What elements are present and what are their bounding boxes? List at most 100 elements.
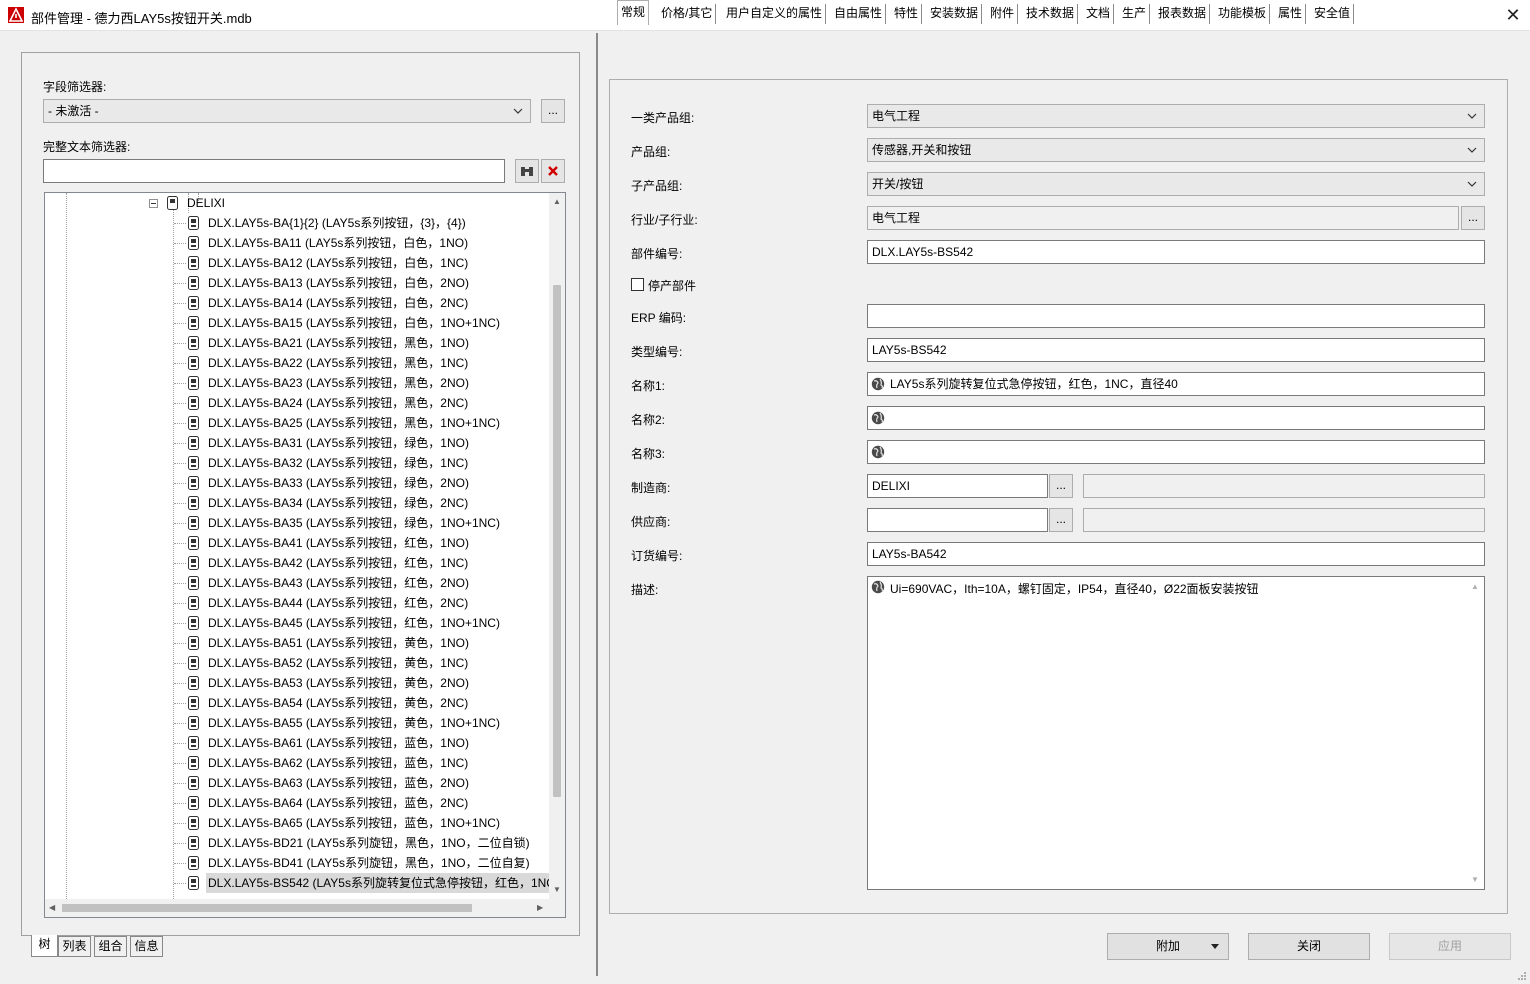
tab-production[interactable]: 生产 xyxy=(1119,4,1151,24)
tab-report-data[interactable]: 报表数据 xyxy=(1155,4,1211,24)
tree-item[interactable]: DLX.LAY5s-BA21 (LAY5s系列按钮，黑色，1NO) xyxy=(45,333,550,353)
tree-item[interactable]: DLX.LAY5s-BA53 (LAY5s系列按钮，黄色，2NO) xyxy=(45,673,550,693)
tree-item[interactable]: DLX.LAY5s-BA25 (LAY5s系列按钮，黑色，1NO+1NC) xyxy=(45,413,550,433)
globe-icon[interactable] xyxy=(871,411,885,425)
scroll-down-icon[interactable]: ▼ xyxy=(553,885,561,895)
tree-item[interactable]: DLX.LAY5s-BA41 (LAY5s系列按钮，红色，1NO) xyxy=(45,533,550,553)
tree-item[interactable]: DLX.LAY5s-BA42 (LAY5s系列按钮，红色，1NC) xyxy=(45,553,550,573)
parts-tree[interactable]: DELIXI DLX.LAY5s-BA{1}{2} (LAY5s系列按钮，{3}… xyxy=(44,192,566,918)
product-group1-select[interactable]: 电气工程 xyxy=(867,104,1485,128)
product-group-select[interactable]: 传感器,开关和按钮 xyxy=(867,138,1485,162)
tab-function-template[interactable]: 功能模板 xyxy=(1215,4,1271,24)
tree-item[interactable]: DLX.LAY5s-BA12 (LAY5s系列按钮，白色，1NC) xyxy=(45,253,550,273)
apply-button[interactable]: 应用 xyxy=(1389,933,1511,960)
discontinued-checkbox[interactable] xyxy=(631,278,644,291)
tab-info[interactable]: 信息 xyxy=(130,936,163,957)
tree-item[interactable]: DLX.LAY5s-BD21 (LAY5s系列旋钮，黑色，1NO，二位自锁) xyxy=(45,833,550,853)
industry-more-button[interactable]: ... xyxy=(1461,206,1485,230)
tab-combination[interactable]: 组合 xyxy=(94,936,127,957)
tree-item[interactable]: DLX.LAY5s-BA13 (LAY5s系列按钮，白色，2NO) xyxy=(45,273,550,293)
tree-item[interactable]: DLX.LAY5s-BA24 (LAY5s系列按钮，黑色，2NC) xyxy=(45,393,550,413)
field-filter-more-button[interactable]: ... xyxy=(541,99,565,123)
tree-horizontal-scrollbar[interactable]: ◀ ▶ xyxy=(45,899,550,917)
field-filter-select[interactable]: - 未激活 - xyxy=(43,99,531,123)
tree-item[interactable]: DLX.LAY5s-BA44 (LAY5s系列按钮，红色，2NC) xyxy=(45,593,550,613)
manufacturer-more-button[interactable]: ... xyxy=(1049,474,1073,498)
scroll-left-icon[interactable]: ◀ xyxy=(49,903,55,913)
scroll-right-icon[interactable]: ▶ xyxy=(537,903,543,913)
name1-field[interactable]: LAY5s系列旋转复位式急停按钮，红色，1NC，直径40 xyxy=(867,372,1485,396)
tree-item[interactable]: DLX.LAY5s-BA14 (LAY5s系列按钮，白色，2NC) xyxy=(45,293,550,313)
tab-documents[interactable]: 文档 xyxy=(1083,4,1115,24)
tree-item[interactable]: DLX.LAY5s-BS542 (LAY5s系列旋转复位式急停按钮，红色，1NC… xyxy=(45,873,550,893)
industry-field[interactable]: 电气工程 xyxy=(867,206,1459,230)
globe-icon[interactable] xyxy=(871,445,885,459)
description-scrollbar[interactable]: ▲ ▼ xyxy=(1467,577,1484,889)
close-button[interactable]: 关闭 xyxy=(1248,933,1370,960)
tree-item[interactable]: DLX.LAY5s-BA{1}{2} (LAY5s系列按钮，{3}，{4}) xyxy=(45,213,550,233)
tree-item[interactable]: DLX.LAY5s-BA22 (LAY5s系列按钮，黑色，1NC) xyxy=(45,353,550,373)
tab-safety-values[interactable]: 安全值 xyxy=(1311,4,1355,24)
resize-grip-icon[interactable] xyxy=(1517,971,1527,981)
name2-field[interactable] xyxy=(867,406,1485,430)
tree-vertical-scrollbar[interactable]: ▲ ▼ xyxy=(549,193,565,899)
tree-item[interactable]: DLX.LAY5s-BA15 (LAY5s系列按钮，白色，1NO+1NC) xyxy=(45,313,550,333)
type-number-field[interactable]: LAY5s-BS542 xyxy=(867,338,1485,362)
tab-list[interactable]: 列表 xyxy=(58,936,91,957)
add-button[interactable]: 附加 xyxy=(1107,933,1229,960)
tab-accessories[interactable]: 附件 xyxy=(987,4,1019,24)
tree-item[interactable]: DLX.LAY5s-BA61 (LAY5s系列按钮，蓝色，1NO) xyxy=(45,733,550,753)
tree-item[interactable]: DLX.LAY5s-BA33 (LAY5s系列按钮，绿色，2NO) xyxy=(45,473,550,493)
scroll-up-icon[interactable]: ▲ xyxy=(553,197,561,207)
tab-technical-data[interactable]: 技术数据 xyxy=(1023,4,1079,24)
sub-group-select[interactable]: 开关/按钮 xyxy=(867,172,1485,196)
supplier-field[interactable] xyxy=(867,508,1048,532)
tree-item[interactable]: DLX.LAY5s-BA45 (LAY5s系列按钮，红色，1NO+1NC) xyxy=(45,613,550,633)
description-field[interactable]: Ui=690VAC，Ith=10A，螺钉固定，IP54，直径40，Ø22面板安装… xyxy=(867,576,1485,890)
name3-field[interactable] xyxy=(867,440,1485,464)
tree-item[interactable]: DLX.LAY5s-BA62 (LAY5s系列按钮，蓝色，1NC) xyxy=(45,753,550,773)
tab-tree[interactable]: 树 xyxy=(31,935,58,957)
tab-mounting-data[interactable]: 安装数据 xyxy=(927,4,983,24)
scroll-down-icon[interactable]: ▼ xyxy=(1471,875,1479,885)
tree-horizontal-thumb[interactable] xyxy=(62,904,472,912)
order-number-field[interactable]: LAY5s-BA542 xyxy=(867,542,1485,566)
part-number-field[interactable]: DLX.LAY5s-BS542 xyxy=(867,240,1485,264)
scroll-up-icon[interactable]: ▲ xyxy=(1471,582,1479,592)
tab-general[interactable]: 常规 xyxy=(617,0,650,25)
tab-properties[interactable]: 属性 xyxy=(1275,4,1307,24)
erp-field[interactable] xyxy=(867,304,1485,328)
close-window-icon[interactable]: ✕ xyxy=(1496,0,1530,31)
tab-user-defined-properties[interactable]: 用户自定义的属性 xyxy=(723,4,827,24)
name3-label: 名称3: xyxy=(631,447,666,461)
tree-item[interactable]: DLX.LAY5s-BA43 (LAY5s系列按钮，红色，2NO) xyxy=(45,573,550,593)
tree-item[interactable]: DLX.LAY5s-BA52 (LAY5s系列按钮，黄色，1NC) xyxy=(45,653,550,673)
tree-item[interactable]: DLX.LAY5s-BA34 (LAY5s系列按钮，绿色，2NC) xyxy=(45,493,550,513)
tree-item[interactable]: DLX.LAY5s-BA63 (LAY5s系列按钮，蓝色，2NO) xyxy=(45,773,550,793)
tab-free-properties[interactable]: 自由属性 xyxy=(831,4,887,24)
manufacturer-field[interactable]: DELIXI xyxy=(867,474,1048,498)
globe-icon[interactable] xyxy=(871,580,885,594)
tree-item[interactable]: DLX.LAY5s-BA35 (LAY5s系列按钮，绿色，1NO+1NC) xyxy=(45,513,550,533)
tree-item-label: DLX.LAY5s-BA11 (LAY5s系列按钮，白色，1NO) xyxy=(208,236,469,250)
tree-item[interactable]: DLX.LAY5s-BA51 (LAY5s系列按钮，黄色，1NO) xyxy=(45,633,550,653)
globe-icon[interactable] xyxy=(871,377,885,391)
supplier-more-button[interactable]: ... xyxy=(1049,508,1073,532)
tree-item[interactable]: DLX.LAY5s-BA23 (LAY5s系列按钮，黑色，2NO) xyxy=(45,373,550,393)
tree-item[interactable]: DLX.LAY5s-BA55 (LAY5s系列按钮，黄色，1NO+1NC) xyxy=(45,713,550,733)
binoculars-search-button[interactable] xyxy=(515,159,539,183)
tree-root-node[interactable]: DELIXI xyxy=(45,193,550,213)
tab-characteristics[interactable]: 特性 xyxy=(891,4,923,24)
tree-vertical-thumb[interactable] xyxy=(553,285,561,797)
tree-item[interactable]: DLX.LAY5s-BA31 (LAY5s系列按钮，绿色，1NO) xyxy=(45,433,550,453)
fulltext-filter-input[interactable] xyxy=(43,159,505,183)
tree-item[interactable]: DLX.LAY5s-BA32 (LAY5s系列按钮，绿色，1NC) xyxy=(45,453,550,473)
tree-item[interactable]: DLX.LAY5s-BD41 (LAY5s系列旋钮，黑色，1NO，二位自复) xyxy=(45,853,550,873)
panel-splitter[interactable] xyxy=(596,33,598,984)
tree-item[interactable]: DLX.LAY5s-BA11 (LAY5s系列按钮，白色，1NO) xyxy=(45,233,550,253)
tab-price-other[interactable]: 价格/其它 xyxy=(658,4,717,24)
tree-item[interactable]: DLX.LAY5s-BA54 (LAY5s系列按钮，黄色，2NC) xyxy=(45,693,550,713)
clear-filter-button[interactable] xyxy=(541,159,565,183)
tree-item[interactable]: DLX.LAY5s-BA64 (LAY5s系列按钮，蓝色，2NC) xyxy=(45,793,550,813)
tree-item[interactable]: DLX.LAY5s-BA65 (LAY5s系列按钮，蓝色，1NO+1NC) xyxy=(45,813,550,833)
